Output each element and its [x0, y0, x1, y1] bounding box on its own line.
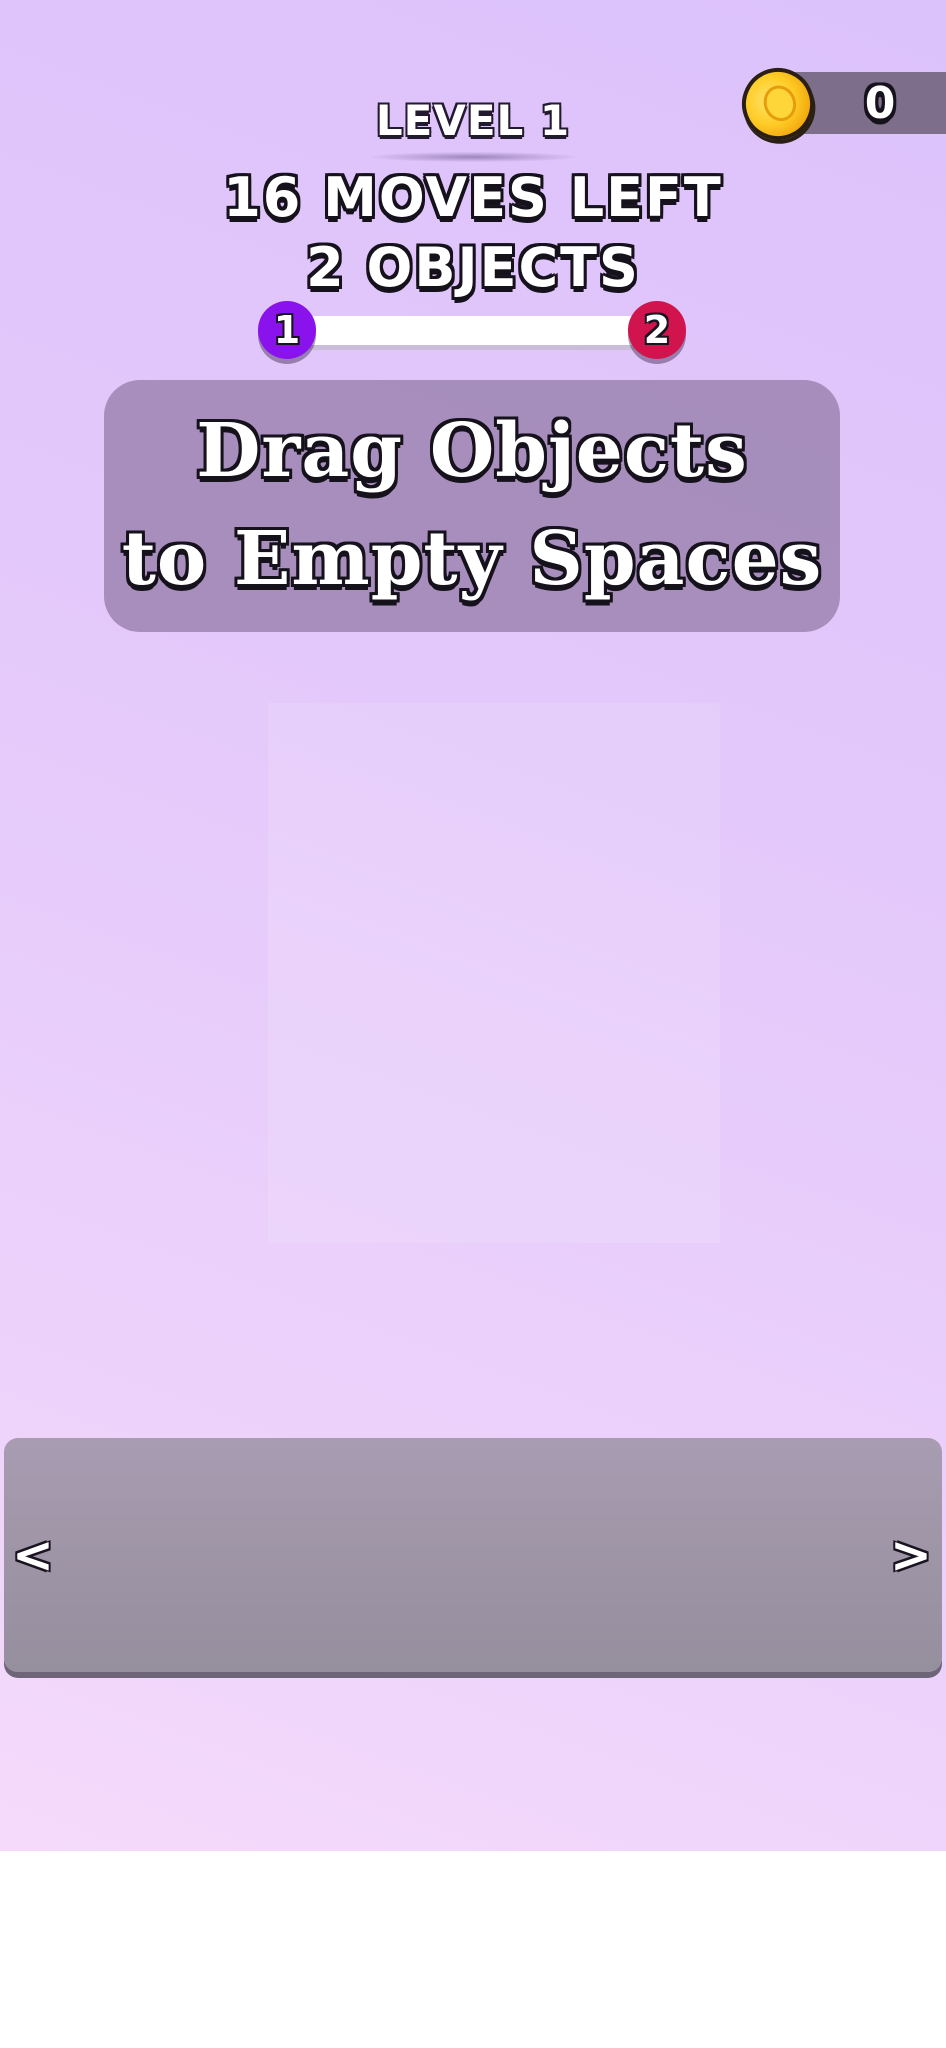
bottom-blank-area: [0, 1851, 946, 2048]
progress-end-label: 2: [643, 308, 671, 352]
coin-count: 0: [864, 78, 896, 129]
tray-scroll-left-button[interactable]: <: [8, 1530, 58, 1580]
progress-end-node: 2: [628, 301, 686, 359]
level-title-underline: [370, 152, 576, 162]
play-field[interactable]: [268, 703, 720, 1243]
moves-left-text: 16 MOVES LEFT: [223, 166, 723, 229]
level-progress-bar: [296, 316, 650, 350]
tray-scroll-right-button[interactable]: >: [886, 1530, 936, 1580]
game-area: LEVEL 1 16 MOVES LEFT 2 OBJECTS 1 2 0 Dr…: [0, 0, 946, 1851]
instruction-line-2: to Empty Spaces: [121, 516, 823, 602]
objects-count-text: 2 OBJECTS: [306, 236, 640, 299]
level-title: LEVEL 1: [375, 96, 571, 145]
progress-start-node: 1: [258, 301, 316, 359]
object-tray[interactable]: [4, 1438, 942, 1672]
progress-start-label: 1: [273, 308, 301, 352]
instruction-line-1: Drag Objects: [196, 408, 748, 494]
